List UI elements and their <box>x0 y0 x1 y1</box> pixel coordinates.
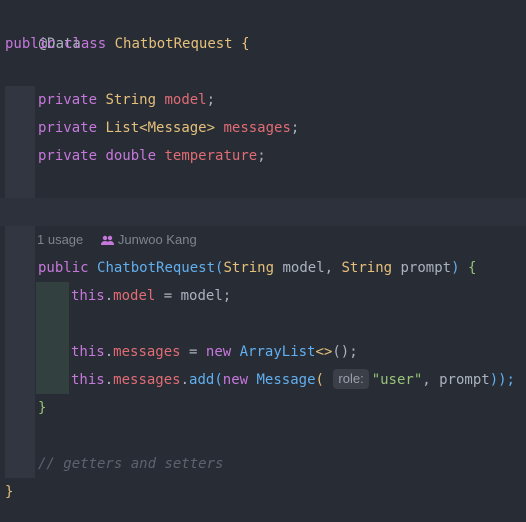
code-line-field-messages[interactable]: private List<Message> messages; <box>38 114 299 142</box>
field-ref: messages <box>113 344 181 360</box>
code-line-constructor-close[interactable]: } <box>38 394 46 422</box>
method-name: add <box>189 372 215 388</box>
constructor-close-brace: } <box>38 400 47 416</box>
comment: // getters and setters <box>38 456 224 472</box>
code-line-class-decl[interactable]: public class ChatbotRequest { <box>5 30 250 58</box>
usages-link[interactable]: 1 usage <box>37 232 83 247</box>
indent-guide <box>5 86 35 478</box>
keyword-private: private <box>38 92 98 108</box>
keyword-public: public <box>38 260 89 276</box>
code-line-field-temperature[interactable]: private double temperature; <box>38 142 266 170</box>
semicolon: ; <box>257 148 266 164</box>
field-type: double <box>105 148 157 164</box>
code-editor[interactable]: @Data public class ChatbotRequest { priv… <box>0 0 526 522</box>
field-type: List <box>105 120 140 136</box>
code-line-assign-messages[interactable]: this.messages = new ArrayList<>(); <box>71 338 358 366</box>
constructor-open-brace: { <box>467 260 477 276</box>
code-line-add-message[interactable]: this.messages.add(new Message( role: "use… <box>71 366 515 394</box>
keyword-public: public <box>5 36 56 52</box>
author-name: Junwoo Kang <box>117 232 197 247</box>
dot: . <box>104 288 114 304</box>
keyword-this: this <box>71 344 105 360</box>
keyword-private: private <box>38 148 98 164</box>
param-name: prompt <box>392 260 452 276</box>
keyword-class: class <box>64 36 107 52</box>
param-type: String <box>341 260 393 276</box>
code-line-class-close[interactable]: } <box>5 478 13 506</box>
dot: . <box>180 372 190 388</box>
field-ref: messages <box>113 372 181 388</box>
keyword-this: this <box>71 372 105 388</box>
param-name: model, <box>274 260 342 276</box>
code-line-assign-model[interactable]: this.model = model; <box>71 282 231 310</box>
field-type: String <box>105 92 157 108</box>
close-parens: )); <box>489 372 515 388</box>
diamond: <> <box>315 344 333 360</box>
close-paren: ) <box>451 260 460 276</box>
argument: , prompt <box>422 372 490 388</box>
open-paren: ( <box>315 372 324 388</box>
people-icon <box>100 235 114 245</box>
constructor-name: ChatbotRequest <box>97 260 216 276</box>
call-parens: (); <box>332 344 358 360</box>
dot: . <box>104 344 114 360</box>
code-line-annotation[interactable]: @Data <box>5 2 81 52</box>
assign-op: = <box>180 344 206 360</box>
keyword-private: private <box>38 120 98 136</box>
class-open-brace: { <box>241 36 250 52</box>
assignment: = model; <box>155 288 232 304</box>
field-name: messages <box>223 120 291 136</box>
code-lens[interactable]: 1 usage Junwoo Kang <box>37 226 197 254</box>
semicolon: ; <box>290 120 300 136</box>
keyword-this: this <box>71 288 105 304</box>
type-ref: ArrayList <box>239 344 316 360</box>
semicolon: ; <box>206 92 216 108</box>
current-line-highlight <box>0 198 526 226</box>
param-type: String <box>223 260 275 276</box>
keyword-new: new <box>205 344 232 360</box>
code-line-comment[interactable]: // getters and setters <box>38 450 223 478</box>
string-literal: "user" <box>371 372 423 388</box>
code-line-constructor[interactable]: public ChatbotRequest(String model, Stri… <box>38 254 476 282</box>
keyword-new: new <box>222 372 249 388</box>
class-close-brace: } <box>5 484 14 500</box>
author-info[interactable]: Junwoo Kang <box>100 232 197 247</box>
field-name: model <box>164 92 207 108</box>
field-ref: model <box>113 288 156 304</box>
code-line-field-model[interactable]: private String model; <box>38 86 215 114</box>
parameter-hint: role: <box>333 369 369 389</box>
type-ref: Message <box>256 372 316 388</box>
dot: . <box>104 372 114 388</box>
class-name: ChatbotRequest <box>114 36 233 52</box>
indent-guide-inner <box>36 282 69 394</box>
open-paren: ( <box>214 372 223 388</box>
field-name: temperature <box>164 148 258 164</box>
field-type-param: <Message> <box>139 120 216 136</box>
